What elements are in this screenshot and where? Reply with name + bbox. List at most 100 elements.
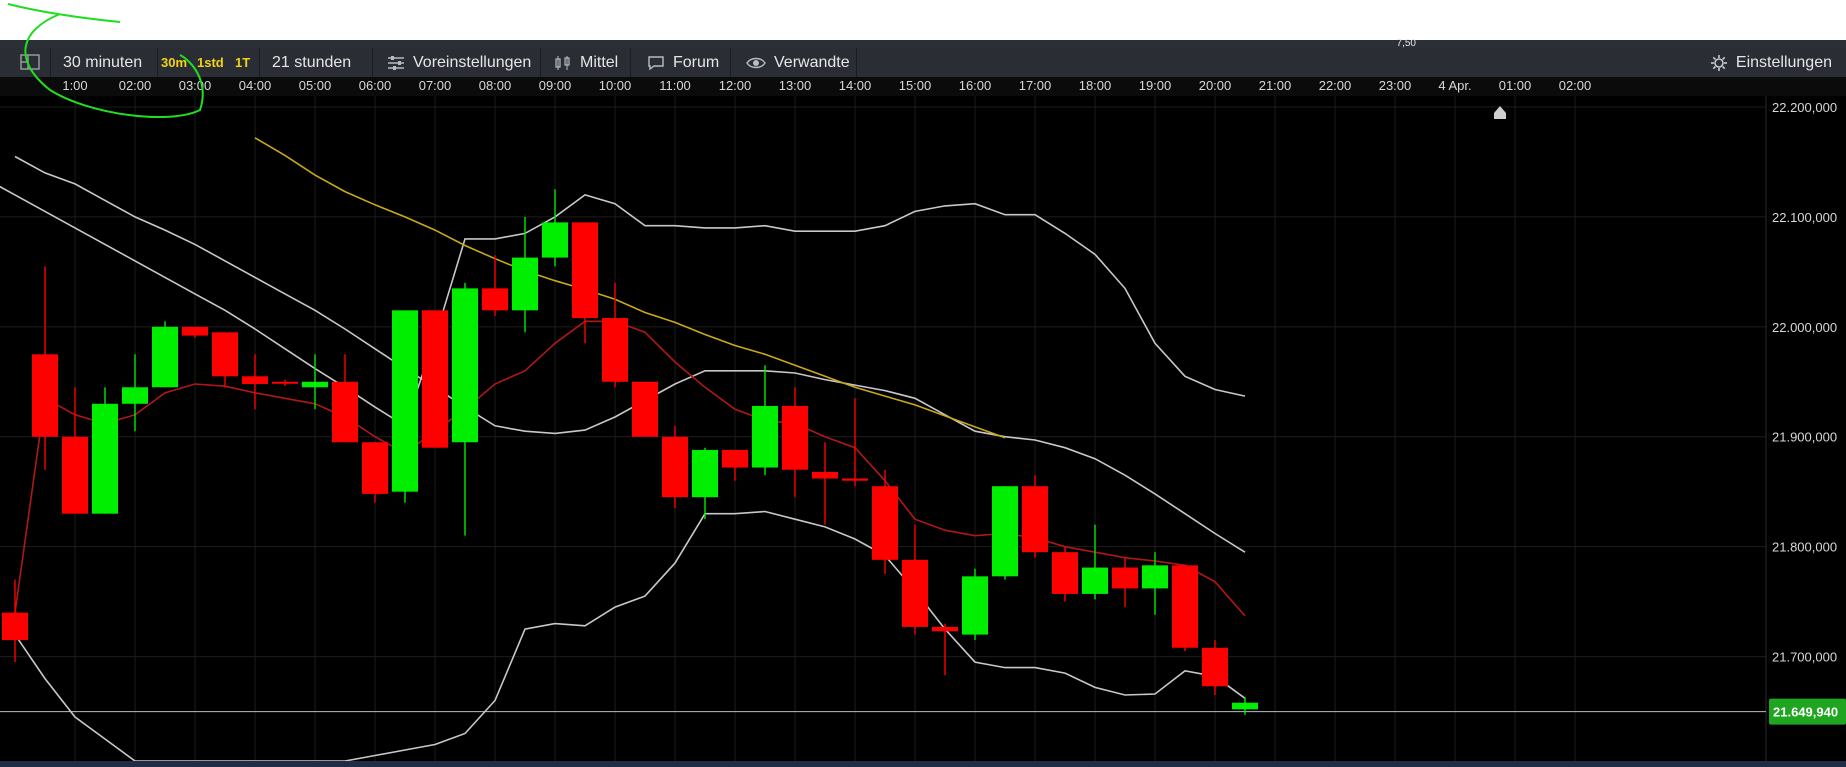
x-tick-label: 10:00 (598, 78, 632, 93)
candle-body (1052, 552, 1078, 594)
x-tick-label: 19:00 (1138, 78, 1172, 93)
candle-body (2, 612, 28, 641)
x-tick-label: 07:00 (418, 78, 452, 93)
eye-icon (746, 57, 766, 68)
interval-1std-button[interactable]: 1std (197, 48, 229, 77)
time-axis: 1:00 02:00 03:00 04:00 05:00 06:00 07:00 08:00 0… (0, 77, 1846, 97)
x-tick-label: 03:00 (178, 78, 212, 93)
candle-body (842, 478, 868, 481)
candle-body (1202, 647, 1228, 687)
x-tick-label: 02:00 (118, 78, 152, 93)
top-blank-area (0, 0, 1846, 40)
x-tick-label: 20:00 (1198, 78, 1232, 93)
candle-body (932, 626, 958, 632)
bollinger-upper-line (0, 185, 1246, 428)
y-tick-label: 22.000,000 (1772, 320, 1837, 335)
x-tick-label: 22:00 (1318, 78, 1352, 93)
x-tick-label: 15:00 (898, 78, 932, 93)
candle-body (302, 381, 328, 388)
candle-body (332, 381, 358, 443)
candle-body (1082, 567, 1108, 594)
interval-1t-label: 1T (235, 55, 251, 70)
x-tick-label: 14:00 (838, 78, 872, 93)
range-dropdown[interactable]: 21 stunden (261, 48, 373, 77)
candle-body (182, 326, 208, 336)
candle-body (122, 387, 148, 404)
layout-icon (20, 54, 40, 70)
candle-body (572, 222, 598, 319)
x-tick-label: 06:00 (358, 78, 392, 93)
settings-button[interactable]: Einstellungen (1710, 48, 1832, 77)
presets-button[interactable]: Voreinstellungen (375, 48, 541, 77)
x-tick-label: 18:00 (1078, 78, 1112, 93)
candle-body (242, 376, 268, 384)
candle-body (152, 326, 178, 388)
candle-body (662, 436, 688, 498)
candle-body (362, 442, 388, 494)
candle-body (62, 436, 88, 514)
candle-body (32, 354, 58, 437)
presets-label: Voreinstellungen (413, 54, 532, 71)
bottom-strip (0, 761, 1846, 767)
candlestick-icon (555, 55, 570, 70)
candle-body (1232, 702, 1258, 710)
candle-body (1172, 565, 1198, 648)
candle-body (422, 310, 448, 448)
x-tick-label: 11:00 (659, 78, 691, 93)
candle-body (1022, 486, 1048, 553)
y-tick-label: 21.700,000 (1772, 650, 1837, 665)
candle-body (722, 449, 748, 468)
period-dropdown[interactable]: 30 minuten (50, 48, 158, 77)
candle-body (542, 222, 568, 258)
layout-toggle-button[interactable] (10, 48, 51, 77)
sliders-icon (388, 55, 404, 70)
average-button[interactable]: Mittel (543, 48, 631, 77)
y-tick-label: 22.200,000 (1772, 100, 1837, 115)
candle-body (452, 288, 478, 443)
x-tick-label: 02:00 (1558, 78, 1592, 93)
x-tick-label: 04:00 (238, 78, 272, 93)
interval-1t-button[interactable]: 1T (235, 48, 260, 77)
bollinger-middle-line (14, 155, 1246, 553)
candlestick-chart[interactable]: 22.200,000 22.100,000 22.000,000 21.900,000… (0, 96, 1846, 761)
x-tick-label: 21:00 (1258, 78, 1292, 93)
last-price-label: 21.649,940 (1773, 705, 1838, 720)
candle-body (812, 471, 838, 479)
candle-body (1112, 567, 1138, 589)
average-label: Mittel (580, 54, 619, 71)
top-ticker-strip: 7,50 (0, 38, 1846, 49)
candle-body (632, 381, 658, 437)
y-tick-label: 22.100,000 (1772, 210, 1837, 225)
range-label: 21 stunden (272, 54, 352, 71)
interval-30m-button[interactable]: 30m (161, 48, 189, 77)
candle-body (692, 449, 718, 498)
x-tick-label: 4 Apr. (1438, 78, 1472, 93)
x-tick-label: 08:00 (478, 78, 512, 93)
settings-label: Einstellungen (1735, 54, 1832, 71)
period-label: 30 minuten (63, 54, 143, 71)
forum-label: Forum (673, 54, 720, 71)
candle-body (212, 332, 238, 377)
candle-body (512, 257, 538, 311)
related-label: Verwandte (774, 54, 850, 71)
chart-toolbar: 30 minuten 30m 1std 1T 21 stunden Vorein… (0, 48, 1846, 78)
candle-body (752, 405, 778, 468)
y-tick-label: 21.900,000 (1772, 430, 1837, 445)
x-tick-label: 09:00 (538, 78, 572, 93)
gear-icon (1710, 54, 1727, 71)
x-tick-label: 01:00 (1498, 78, 1532, 93)
candle-body (782, 405, 808, 470)
candle-body (992, 486, 1018, 577)
x-tick-label: 17:00 (1018, 78, 1052, 93)
x-tick-label: 23:00 (1378, 78, 1412, 93)
chat-bubble-icon (648, 56, 664, 71)
candle-body (962, 576, 988, 635)
candle-body (902, 559, 928, 627)
forum-button[interactable]: Forum (633, 48, 731, 77)
interval-30m-label: 30m (161, 55, 188, 70)
candle-body (872, 486, 898, 560)
x-tick-label: 12:00 (718, 78, 752, 93)
candle-body (602, 318, 628, 382)
related-button[interactable]: Verwandte (733, 48, 857, 77)
candle-body (272, 381, 298, 384)
